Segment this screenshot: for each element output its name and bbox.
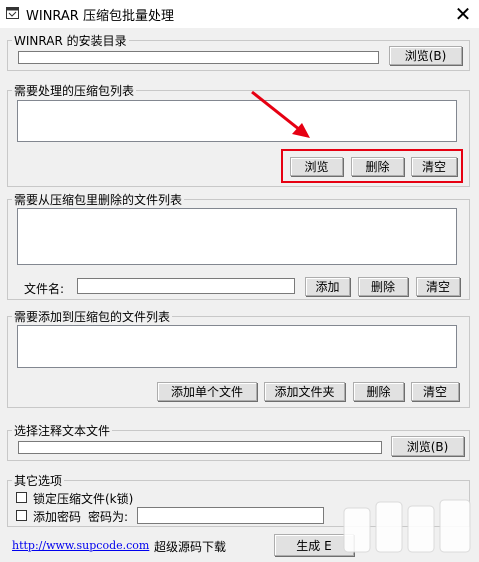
remove-files-label: 需要从压缩包里删除的文件列表 xyxy=(12,191,185,208)
watermark-logo xyxy=(343,499,471,553)
remove-add-button[interactable]: 添加 xyxy=(305,277,350,296)
add-files-listbox[interactable] xyxy=(17,325,457,368)
lock-checkbox[interactable] xyxy=(16,492,27,503)
title-bar: WINRAR 压缩包批量处理 ✕ xyxy=(0,0,479,28)
add-single-file-button[interactable]: 添加单个文件 xyxy=(157,382,257,401)
lock-label: 锁定压缩文件(k锁) xyxy=(33,492,134,506)
add-clear-button[interactable]: 清空 xyxy=(411,382,459,401)
password-checkbox[interactable] xyxy=(16,510,27,521)
password-field-label: 密码为: xyxy=(88,510,129,524)
password-label: 添加密码 xyxy=(33,510,82,524)
close-icon[interactable]: ✕ xyxy=(447,0,479,28)
install-dir-label: WINRAR 的安装目录 xyxy=(12,32,129,49)
password-input[interactable] xyxy=(137,507,324,524)
add-folder-button[interactable]: 添加文件夹 xyxy=(264,382,345,401)
filename-label: 文件名: xyxy=(24,282,65,296)
remove-files-listbox[interactable] xyxy=(17,208,457,265)
app-icon xyxy=(6,7,19,19)
window-title: WINRAR 压缩包批量处理 xyxy=(26,9,174,24)
other-options-label: 其它选项 xyxy=(12,472,65,489)
remove-clear-button[interactable]: 清空 xyxy=(416,277,460,296)
homepage-link[interactable]: http://www.supcode.com xyxy=(12,539,149,552)
archive-list-label: 需要处理的压缩包列表 xyxy=(12,82,137,99)
download-label: 超级源码下载 xyxy=(154,540,227,554)
red-arrow-annotation xyxy=(251,90,310,138)
highlight-box xyxy=(281,149,463,183)
comment-label: 选择注释文本文件 xyxy=(12,422,113,439)
archive-listbox[interactable] xyxy=(17,100,457,142)
comment-file-input[interactable] xyxy=(18,441,382,454)
add-delete-button[interactable]: 删除 xyxy=(353,382,404,401)
install-dir-input[interactable] xyxy=(18,51,379,64)
filename-input[interactable] xyxy=(77,278,295,294)
comment-browse-button[interactable]: 浏览(B) xyxy=(391,436,464,456)
install-dir-browse-button[interactable]: 浏览(B) xyxy=(389,46,462,65)
add-files-label: 需要添加到压缩包的文件列表 xyxy=(12,308,173,325)
remove-delete-button[interactable]: 删除 xyxy=(358,277,408,296)
